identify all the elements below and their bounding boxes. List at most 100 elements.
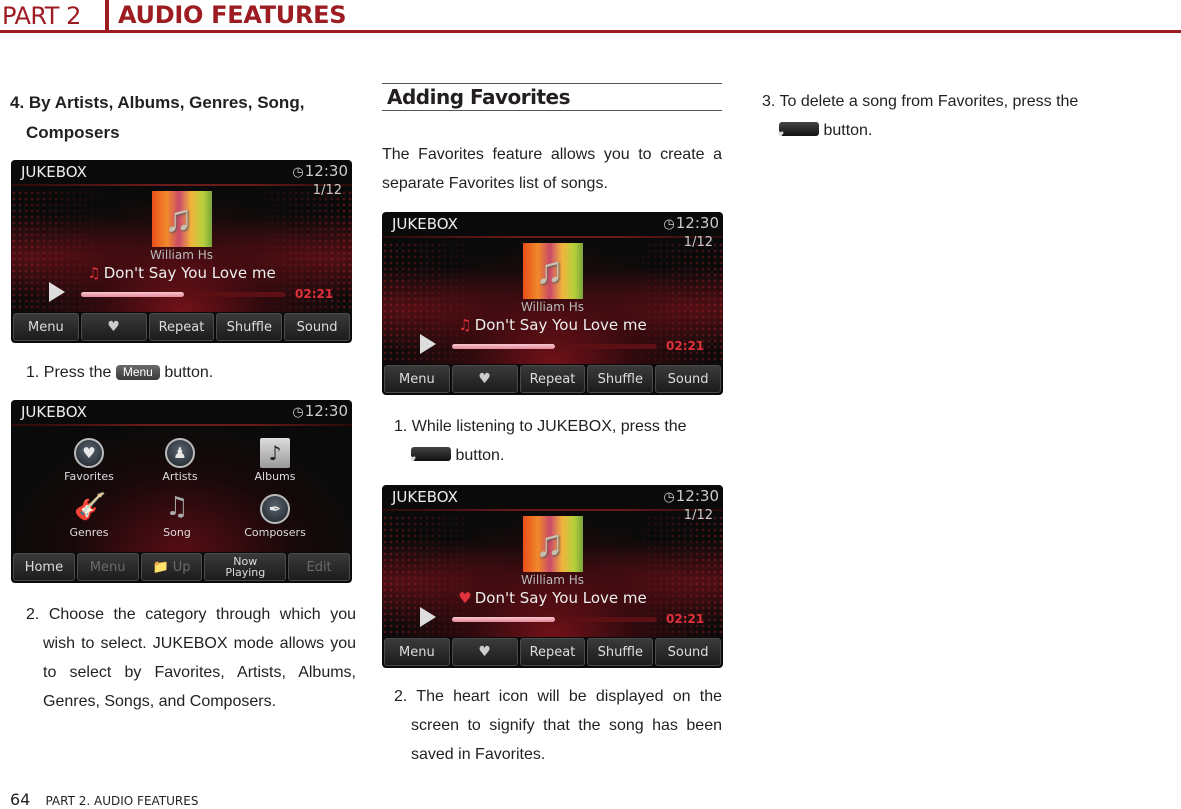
progress-fill (81, 292, 184, 297)
song-title: Don't Say You Love me (474, 589, 647, 607)
button-bar: Menu ♥ Repeat Shuffle Sound (384, 365, 721, 393)
track-index: 1/12 (683, 235, 713, 250)
category-albums[interactable]: ♪ Albums (225, 438, 325, 483)
category-label: Song (163, 526, 191, 539)
sound-button[interactable]: Sound (284, 313, 350, 341)
song-title-row: ♫ Don't Say You Love me (382, 316, 723, 334)
inline-favorite-button (411, 447, 451, 461)
menu-screen: JUKEBOX ◷12:30 ♥ Favorites ♟ Artists ♪ A… (11, 400, 352, 583)
home-button[interactable]: Home (13, 553, 75, 581)
up-button[interactable]: 📁 Up (140, 553, 203, 581)
progress-bar[interactable] (452, 344, 657, 349)
title-separator (11, 184, 352, 186)
favorite-button[interactable]: ♥ (80, 313, 147, 341)
heart-icon: ♥ (107, 318, 120, 335)
shuffle-button[interactable]: Shuffle (587, 638, 654, 666)
category-grid: ♥ Favorites ♟ Artists ♪ Albums 🎸 Genres … (11, 430, 352, 550)
category-label: Artists (162, 470, 198, 483)
clock-time: 12:30 (675, 214, 719, 232)
screen-title: JUKEBOX (21, 403, 87, 421)
song-title-row: ♫ Don't Say You Love me (11, 264, 352, 282)
intro-paragraph: The Favorites feature allows you to crea… (382, 146, 722, 192)
part-label: PART 2 (2, 2, 81, 30)
song-title: Don't Say You Love me (474, 316, 647, 334)
clock: ◷12:30 (663, 487, 719, 505)
title-separator (11, 424, 352, 426)
footer-section: PART 2. AUDIO FEATURES (45, 794, 199, 808)
clock-icon: ◷ (663, 490, 675, 505)
sound-button[interactable]: Sound (655, 638, 721, 666)
menu-button[interactable]: Menu (13, 313, 79, 341)
menu-button[interactable]: Menu (76, 553, 139, 581)
heart-icon: ♥ (478, 643, 491, 660)
artist-name: William Hs (520, 300, 585, 314)
chapter-title: AUDIO FEATURES (118, 1, 347, 29)
menu-button[interactable]: Menu (384, 638, 450, 666)
shuffle-button[interactable]: Shuffle (216, 313, 283, 341)
music-note-icon: ♫ (535, 250, 564, 292)
pen-nib-icon: ✒ (260, 494, 290, 524)
step-2: 2. The heart icon will be displayed on t… (394, 688, 722, 763)
category-artists[interactable]: ♟ Artists (130, 438, 230, 483)
play-icon[interactable] (420, 607, 436, 627)
inline-favorite-button (779, 122, 819, 136)
elapsed-time: 02:21 (295, 287, 334, 301)
button-bar: Menu ♥ Repeat Shuffle Sound (384, 638, 721, 666)
favorite-button[interactable]: ♥ (451, 638, 518, 666)
shuffle-button[interactable]: Shuffle (587, 365, 654, 393)
music-note-icon: ♫ (458, 316, 472, 334)
step-1-suffix: button. (455, 447, 505, 464)
screen-title: JUKEBOX (21, 163, 87, 181)
sound-button[interactable]: Sound (655, 365, 721, 393)
clock: ◷12:30 (292, 402, 348, 420)
section-heading: 4. By Artists, Albums, Genres, Song, Com… (10, 88, 355, 148)
repeat-button[interactable]: Repeat (519, 365, 586, 393)
category-song[interactable]: ♫ Song (127, 494, 227, 539)
edit-button[interactable]: Edit (288, 553, 350, 581)
heading-line-2: Composers (26, 123, 120, 142)
up-label: Up (172, 559, 191, 575)
category-genres[interactable]: 🎸 Genres (39, 494, 139, 539)
track-index: 1/12 (312, 183, 342, 198)
music-note-icon: ♫ (164, 198, 193, 240)
step-1: 1. Press the Menu button. (26, 358, 356, 387)
progress-bar[interactable] (452, 617, 657, 622)
header-rule (0, 30, 1181, 33)
music-note-icon: ♫ (87, 264, 101, 282)
menu-button[interactable]: Menu (384, 365, 450, 393)
music-note-icon: ♪ (260, 438, 290, 468)
page-footer: 64 PART 2. AUDIO FEATURES (10, 790, 198, 809)
guitar-icon: 🎸 (74, 492, 107, 522)
music-note-icon: ♫ (535, 523, 564, 565)
heart-icon: ♥ (478, 370, 491, 387)
album-art: ♫ (523, 243, 583, 299)
repeat-button[interactable]: Repeat (519, 638, 586, 666)
progress-fill (452, 617, 555, 622)
header-divider (105, 0, 109, 31)
screen-title: JUKEBOX (392, 215, 458, 233)
clock-icon: ◷ (292, 165, 304, 180)
category-label: Favorites (64, 470, 114, 483)
now-playing-button[interactable]: Now Playing (204, 553, 287, 581)
clock-icon: ◷ (292, 405, 304, 420)
category-composers[interactable]: ✒ Composers (225, 494, 325, 539)
section-title: Adding Favorites (382, 83, 722, 111)
progress-bar[interactable] (81, 292, 286, 297)
clock: ◷12:30 (292, 162, 348, 180)
category-favorites[interactable]: ♥ Favorites (39, 438, 139, 483)
heading-line-1: 4. By Artists, Albums, Genres, Song, (10, 93, 305, 112)
person-icon: ♟ (165, 438, 195, 468)
category-label: Composers (244, 526, 306, 539)
clock-time: 12:30 (304, 162, 348, 180)
screen-title: JUKEBOX (392, 488, 458, 506)
inline-menu-button: Menu (115, 365, 160, 380)
category-label: Albums (254, 470, 296, 483)
play-icon[interactable] (49, 282, 65, 302)
play-icon[interactable] (420, 334, 436, 354)
repeat-button[interactable]: Repeat (148, 313, 215, 341)
track-index: 1/12 (683, 508, 713, 523)
step-3-suffix: button. (823, 122, 873, 139)
favorite-button[interactable]: ♥ (451, 365, 518, 393)
artist-name: William Hs (149, 248, 214, 262)
heart-icon: ♥ (74, 438, 104, 468)
